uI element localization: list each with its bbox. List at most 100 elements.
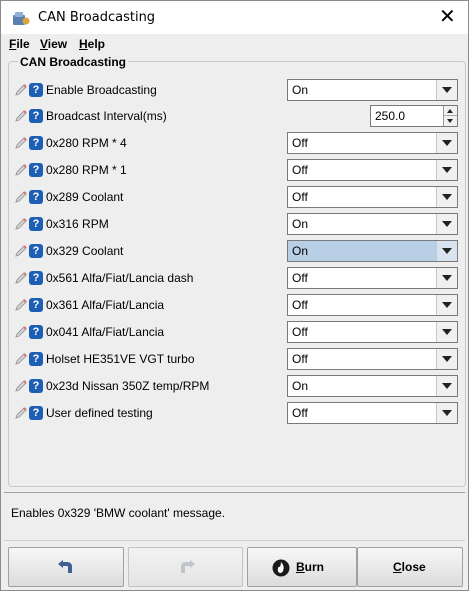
setting-row-0x316-rpm: ? 0x316 RPM On [8, 212, 464, 237]
undo-icon [58, 560, 72, 573]
setting-label: 0x561 Alfa/Fiat/Lancia dash [46, 271, 194, 285]
setting-dropdown[interactable]: On [287, 79, 458, 101]
dropdown-value: Off [292, 325, 308, 339]
chevron-down-icon[interactable] [436, 214, 457, 234]
setting-label: 0x316 RPM [46, 217, 109, 231]
setting-row-0x361-alfa: ? 0x361 Alfa/Fiat/Lancia Off [8, 293, 464, 318]
setting-dropdown[interactable]: Off [287, 294, 458, 316]
setting-row-0x329-coolant: ? 0x329 Coolant On [8, 239, 464, 264]
chevron-down-icon[interactable] [436, 349, 457, 369]
window-title: CAN Broadcasting [38, 10, 156, 25]
redo-button[interactable] [128, 547, 243, 587]
help-icon[interactable]: ? [29, 136, 43, 150]
spinner-down-icon[interactable] [444, 116, 457, 126]
chevron-down-icon[interactable] [436, 295, 457, 315]
pencil-icon[interactable] [14, 406, 28, 420]
pencil-icon[interactable] [14, 298, 28, 312]
menu-view[interactable]: View [40, 37, 67, 51]
setting-dropdown[interactable]: Off [287, 402, 458, 424]
setting-row-holset-vgt: ? Holset HE351VE VGT turbo Off [8, 347, 464, 372]
pencil-icon[interactable] [14, 136, 28, 150]
setting-row-broadcast-interval: ? Broadcast Interval(ms) 250.0 [8, 104, 464, 129]
help-icon[interactable]: ? [29, 244, 43, 258]
burn-button[interactable]: Burn [247, 547, 357, 587]
setting-dropdown[interactable]: On [287, 213, 458, 235]
chevron-down-icon[interactable] [436, 268, 457, 288]
chevron-down-icon[interactable] [436, 133, 457, 153]
setting-row-user-defined-testing: ? User defined testing Off [8, 401, 464, 426]
setting-row-0x280-rpm-4: ? 0x280 RPM * 4 Off [8, 131, 464, 156]
setting-label: Enable Broadcasting [46, 83, 157, 97]
help-icon[interactable]: ? [29, 352, 43, 366]
setting-label: 0x329 Coolant [46, 244, 124, 258]
help-icon[interactable]: ? [29, 271, 43, 285]
spinner-buttons [443, 106, 457, 126]
help-icon[interactable]: ? [29, 406, 43, 420]
help-icon[interactable]: ? [29, 83, 43, 97]
setting-label: 0x041 Alfa/Fiat/Lancia [46, 325, 165, 339]
close-button[interactable]: Close [357, 547, 463, 587]
setting-dropdown[interactable]: Off [287, 267, 458, 289]
chevron-down-icon[interactable] [436, 376, 457, 396]
pencil-icon[interactable] [14, 325, 28, 339]
dropdown-value: On [292, 379, 309, 393]
setting-dropdown[interactable]: Off [287, 132, 458, 154]
help-icon[interactable]: ? [29, 190, 43, 204]
dropdown-value: Off [292, 271, 308, 285]
help-icon[interactable]: ? [29, 298, 43, 312]
pencil-icon[interactable] [14, 379, 28, 393]
chevron-down-icon[interactable] [436, 187, 457, 207]
pencil-icon[interactable] [14, 271, 28, 285]
chevron-down-icon[interactable] [436, 80, 457, 100]
setting-dropdown[interactable]: Off [287, 321, 458, 343]
help-icon[interactable]: ? [29, 163, 43, 177]
menu-file[interactable]: File [9, 37, 30, 51]
help-icon[interactable]: ? [29, 325, 43, 339]
setting-dropdown[interactable]: On [287, 375, 458, 397]
help-icon[interactable]: ? [29, 109, 43, 123]
chevron-down-icon[interactable] [436, 160, 457, 180]
setting-label: 0x280 RPM * 4 [46, 136, 127, 150]
dropdown-value: On [292, 83, 309, 97]
setting-label: User defined testing [46, 406, 153, 420]
pencil-icon[interactable] [14, 190, 28, 204]
interval-spinner[interactable]: 250.0 [370, 105, 458, 127]
chevron-down-icon[interactable] [436, 322, 457, 342]
setting-dropdown-focused[interactable]: On [287, 240, 458, 262]
title-bar: CAN Broadcasting ✕ [1, 1, 468, 34]
setting-dropdown[interactable]: Off [287, 348, 458, 370]
setting-row-0x561-alfa-dash: ? 0x561 Alfa/Fiat/Lancia dash Off [8, 266, 464, 291]
chevron-down-icon[interactable] [436, 241, 457, 261]
undo-button[interactable] [8, 547, 124, 587]
setting-label: 0x280 RPM * 1 [46, 163, 127, 177]
spinner-value[interactable]: 250.0 [375, 109, 405, 123]
setting-label: 0x289 Coolant [46, 190, 124, 204]
group-title: CAN Broadcasting [18, 55, 129, 69]
menu-help[interactable]: Help [79, 37, 105, 51]
dropdown-value: Off [292, 406, 308, 420]
pencil-icon[interactable] [14, 217, 28, 231]
dropdown-value: Off [292, 352, 308, 366]
pencil-icon[interactable] [14, 244, 28, 258]
setting-row-0x041-alfa: ? 0x041 Alfa/Fiat/Lancia Off [8, 320, 464, 345]
setting-row-0x289-coolant: ? 0x289 Coolant Off [8, 185, 464, 210]
setting-label: 0x23d Nissan 350Z temp/RPM [46, 379, 210, 393]
pencil-icon[interactable] [14, 352, 28, 366]
close-window-icon[interactable]: ✕ [439, 6, 456, 26]
app-icon [13, 12, 30, 25]
pencil-icon[interactable] [14, 109, 28, 123]
burn-label: Burn [296, 560, 325, 574]
setting-row-enable-broadcasting: ? Enable Broadcasting On [8, 78, 464, 103]
chevron-down-icon[interactable] [436, 403, 457, 423]
setting-dropdown[interactable]: Off [287, 186, 458, 208]
help-icon[interactable]: ? [29, 379, 43, 393]
close-label: Close [393, 560, 426, 574]
setting-dropdown[interactable]: Off [287, 159, 458, 181]
setting-label: Holset HE351VE VGT turbo [46, 352, 195, 366]
dropdown-value: On [292, 244, 309, 258]
pencil-icon[interactable] [14, 83, 28, 97]
pencil-icon[interactable] [14, 163, 28, 177]
burn-icon [272, 559, 290, 577]
help-icon[interactable]: ? [29, 217, 43, 231]
spinner-up-icon[interactable] [444, 106, 457, 116]
